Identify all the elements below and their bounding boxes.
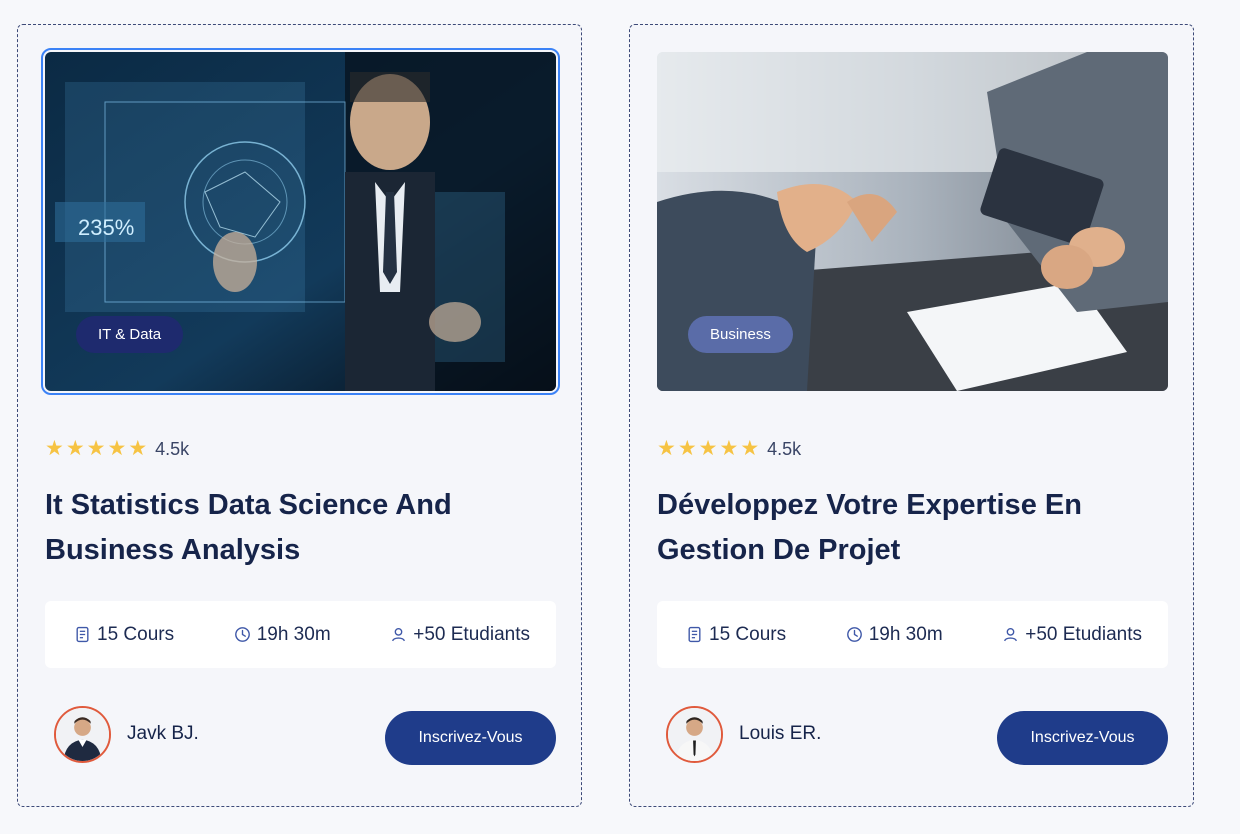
rating-count: 4.5k: [767, 438, 802, 459]
star-icon: ★: [107, 437, 127, 460]
star-icon: ★: [740, 437, 760, 460]
course-stats: 15 Cours 19h 30m +50 Etudiants: [45, 601, 556, 668]
rating: ★ ★ ★ ★ ★ 4.5k: [45, 438, 189, 460]
star-icon: ★: [128, 437, 148, 460]
stat-students-label: +50 Etudiants: [1025, 623, 1142, 645]
star-icon: ★: [45, 437, 64, 460]
stat-students: +50 Etudiants: [390, 624, 530, 646]
course-image[interactable]: Business: [657, 52, 1168, 391]
author-name: Louis ER.: [739, 722, 822, 744]
stat-courses: 15 Cours: [686, 624, 786, 646]
course-title[interactable]: Développez Votre Expertise En Gestion De…: [657, 483, 1147, 573]
star-icon: ★: [657, 437, 676, 460]
stat-courses-label: 15 Cours: [709, 623, 787, 645]
author-name: Javk BJ.: [127, 722, 199, 744]
enroll-button[interactable]: Inscrivez-Vous: [997, 711, 1168, 765]
user-icon: [392, 627, 406, 642]
stat-students-label: +50 Etudiants: [413, 623, 530, 645]
clock-icon: [846, 627, 862, 642]
document-icon: [76, 626, 89, 643]
stat-courses-label: 15 Cours: [97, 623, 175, 645]
rating: ★ ★ ★ ★ ★ 4.5k: [657, 438, 801, 460]
course-title[interactable]: It Statistics Data Science And Business …: [45, 483, 535, 573]
star-icon: ★: [698, 437, 718, 460]
enroll-button[interactable]: Inscrivez-Vous: [385, 711, 556, 765]
document-icon: [688, 626, 701, 643]
course-card-2[interactable]: Business ★ ★ ★ ★ ★ 4.5k Développez Votre…: [629, 24, 1194, 807]
instructor-photo: [668, 708, 721, 761]
star-icon: ★: [65, 437, 85, 460]
author: Javk BJ.: [54, 706, 199, 763]
stat-duration-label: 19h 30m: [868, 623, 943, 645]
course-stats: 15 Cours 19h 30m +50 Etudiants: [657, 601, 1168, 668]
star-icon: ★: [86, 437, 106, 460]
category-badge[interactable]: IT & Data: [76, 316, 184, 353]
stat-students: +50 Etudiants: [1002, 624, 1142, 646]
clock-icon: [234, 627, 250, 642]
author: Louis ER.: [666, 706, 821, 763]
instructor-photo: [56, 708, 109, 761]
stat-duration-label: 19h 30m: [256, 623, 331, 645]
course-image[interactable]: 235% IT & Data: [41, 48, 560, 395]
category-badge[interactable]: Business: [688, 316, 793, 353]
avatar: [54, 706, 111, 763]
star-icon: ★: [719, 437, 739, 460]
stat-courses: 15 Cours: [74, 624, 174, 646]
stat-duration: 19h 30m: [846, 624, 943, 646]
user-icon: [1004, 627, 1018, 642]
avatar: [666, 706, 723, 763]
percent-overlay-text: 235%: [78, 215, 134, 240]
star-icon: ★: [677, 437, 697, 460]
stat-duration: 19h 30m: [234, 624, 331, 646]
course-card-1[interactable]: 235% IT & Data ★ ★ ★ ★ ★ 4.5k It Statist…: [17, 24, 582, 807]
rating-count: 4.5k: [155, 438, 190, 459]
